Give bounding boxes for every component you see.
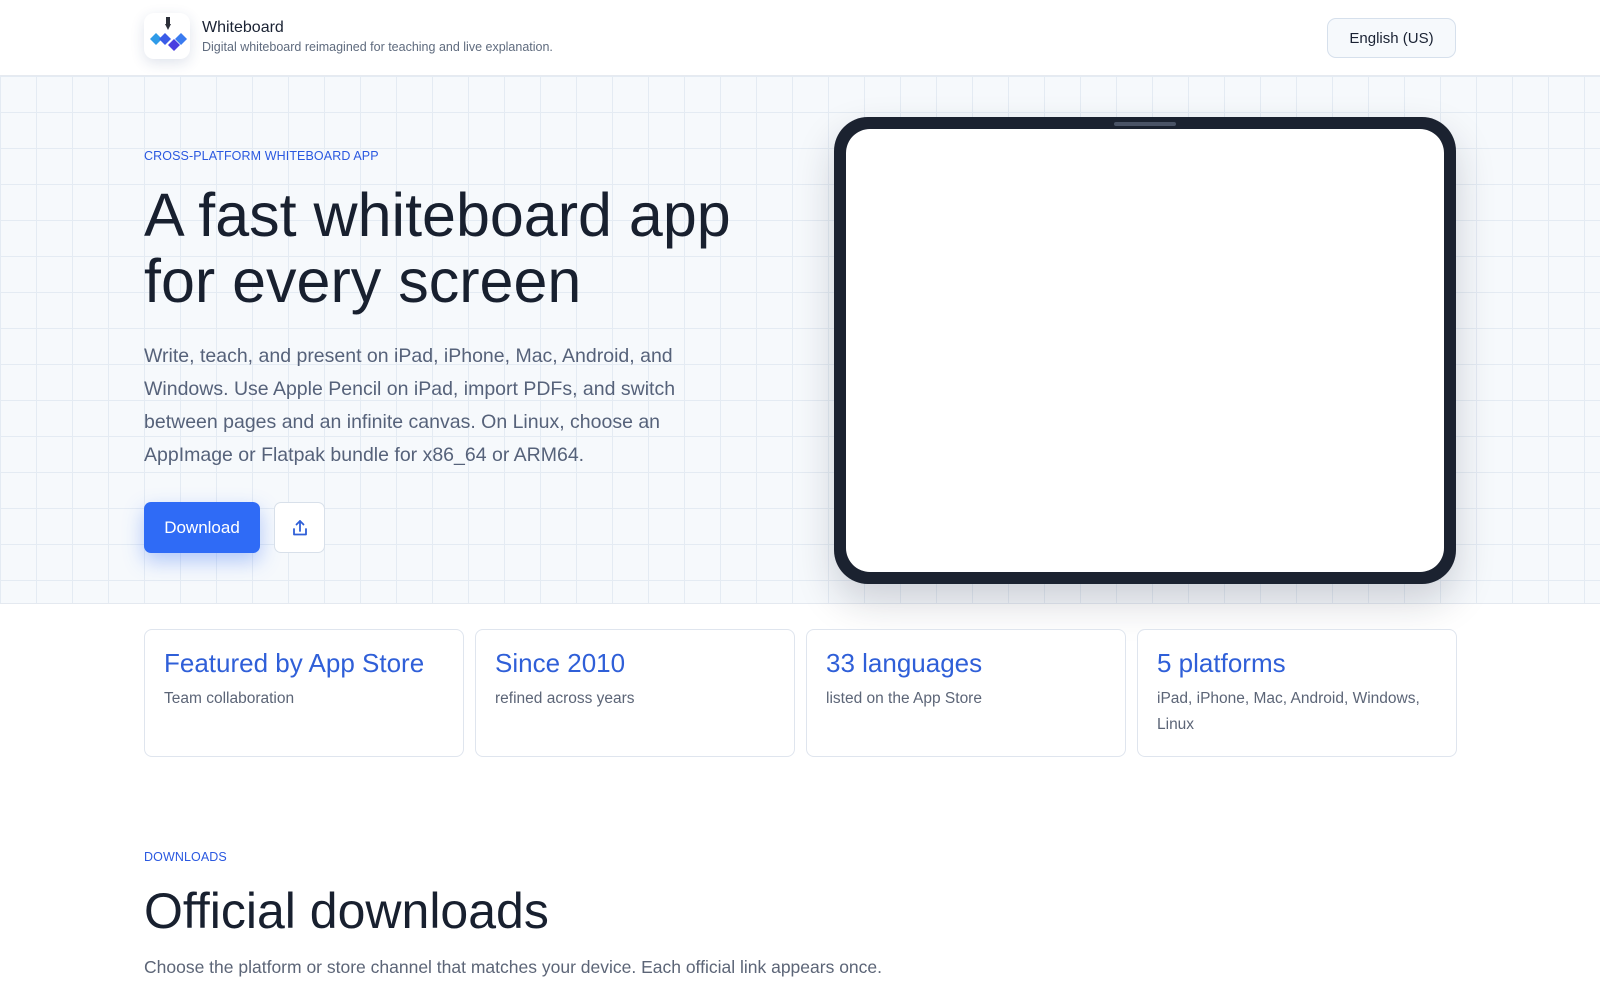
stat-title: 33 languages <box>826 648 983 678</box>
tablet-screen <box>846 129 1444 572</box>
hero-title-line-1: A fast whiteboard app <box>144 181 731 249</box>
stat-card-featured: Featured by App Store Team collaboration <box>144 629 464 757</box>
hero-description: Write, teach, and present on iPad, iPhon… <box>144 345 676 466</box>
share-icon <box>292 519 307 535</box>
stat-card-languages: 33 languages listed on the App Store <box>806 629 1126 757</box>
share-button[interactable] <box>274 502 325 553</box>
app-logo[interactable] <box>144 13 190 59</box>
stat-title: 5 platforms <box>1157 648 1286 678</box>
stat-title: Featured by App Store <box>164 648 425 678</box>
hero-section: CROSS-PLATFORM WHITEBOARD APP A fast whi… <box>0 76 1600 604</box>
hero-title: A fast whiteboard app for every screen <box>144 182 824 314</box>
site-header: Whiteboard Digital whiteboard reimagined… <box>0 0 1600 76</box>
stat-card-since: Since 2010 refined across years <box>475 629 795 757</box>
stat-title: Since 2010 <box>495 648 626 678</box>
download-button[interactable]: Download <box>144 502 260 553</box>
downloads-description: Choose the platform or store channel tha… <box>144 957 882 977</box>
language-selector-button[interactable]: English (US) <box>1327 18 1456 58</box>
downloads-eyebrow: DOWNLOADS <box>144 850 227 864</box>
stat-subtitle: listed on the App Store <box>826 690 982 707</box>
whiteboard-pen-logo-icon <box>150 17 187 51</box>
tablet-mockup <box>834 117 1456 584</box>
tablet-camera-bar <box>1114 122 1176 126</box>
hero-eyebrow: CROSS-PLATFORM WHITEBOARD APP <box>144 149 379 163</box>
stat-subtitle: iPad, iPhone, Mac, Android, Windows, Lin… <box>1157 690 1420 733</box>
stat-card-platforms: 5 platforms iPad, iPhone, Mac, Android, … <box>1137 629 1457 757</box>
hero-title-line-2: for every screen <box>144 247 582 315</box>
stat-subtitle: refined across years <box>495 690 635 707</box>
stat-subtitle: Team collaboration <box>164 690 295 707</box>
app-name: Whiteboard <box>202 19 284 36</box>
downloads-title: Official downloads <box>144 883 549 939</box>
app-tagline: Digital whiteboard reimagined for teachi… <box>202 40 553 54</box>
